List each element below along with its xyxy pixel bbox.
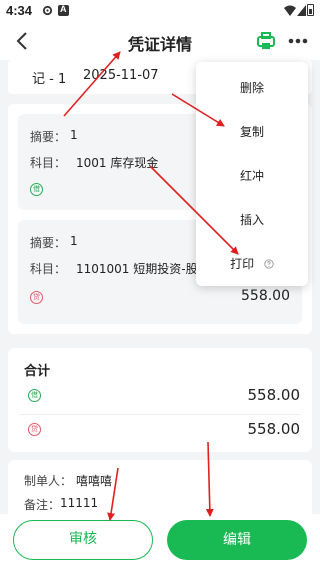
menu-item-copy[interactable]: 复制 xyxy=(196,110,308,150)
divider xyxy=(20,414,300,415)
notification-a-icon xyxy=(58,4,69,16)
total-card: 合计 借 558.00 贷 558.00 xyxy=(8,348,312,452)
menu-item-reverse[interactable]: 红冲 xyxy=(196,154,308,194)
entry-amount: 558.00 xyxy=(241,288,290,304)
maker-label: 制单人： xyxy=(24,474,73,488)
subject-label: 科目： xyxy=(30,262,67,276)
help-icon[interactable] xyxy=(264,259,274,269)
summary-label: 摘要： xyxy=(30,236,67,250)
edit-button[interactable]: 编辑 xyxy=(167,520,307,560)
voucher-number: 记 - 1 xyxy=(32,72,67,87)
voucher-date: 2025-11-07 xyxy=(83,68,159,83)
more-icon[interactable] xyxy=(284,30,312,52)
battery-icon xyxy=(307,4,314,16)
subject-value: 1001 库存现金 xyxy=(76,156,159,170)
print-icon[interactable] xyxy=(256,31,276,51)
credit-badge: 贷 xyxy=(30,291,43,304)
review-button[interactable]: 审核 xyxy=(13,520,153,560)
maker-value: 嘻嘻嘻 xyxy=(76,474,113,488)
subject-label: 科目： xyxy=(30,156,67,170)
menu-item-print[interactable]: 打印 xyxy=(196,242,308,282)
debit-badge: 借 xyxy=(28,389,41,402)
info-card: 制单人： 嘻嘻嘻 备注： 11111 xyxy=(8,460,312,520)
status-time: 4:34 xyxy=(6,3,33,18)
menu-item-label: 打印 xyxy=(230,257,255,271)
nav-bar: 凭证详情 xyxy=(0,22,320,60)
subject-value: 1101001 短期投资-股 xyxy=(76,262,196,276)
menu-item-label: 删除 xyxy=(239,81,264,95)
total-title: 合计 xyxy=(24,364,51,379)
summary-value: 1 xyxy=(70,234,78,248)
status-bar: 4:34 xyxy=(0,0,320,22)
menu-item-insert[interactable]: 插入 xyxy=(196,198,308,238)
credit-badge: 贷 xyxy=(28,423,41,436)
bottom-action-bar: 审核 编辑 xyxy=(0,514,320,568)
menu-item-delete[interactable]: 删除 xyxy=(196,66,308,106)
menu-item-label: 复制 xyxy=(239,125,264,139)
menu-item-label: 插入 xyxy=(239,213,264,227)
more-menu: 删除 复制 红冲 插入 打印 xyxy=(196,62,308,286)
summary-value: 1 xyxy=(70,128,78,142)
total-credit: 558.00 xyxy=(247,420,301,438)
wifi-icon xyxy=(284,5,296,16)
note-value: 11111 xyxy=(60,496,99,510)
total-debit: 558.00 xyxy=(247,386,301,404)
debit-badge: 借 xyxy=(30,183,43,196)
menu-item-label: 红冲 xyxy=(239,169,264,183)
settings-icon xyxy=(42,5,53,16)
note-label: 备注： xyxy=(24,498,61,512)
signal-icon xyxy=(297,5,306,16)
summary-label: 摘要： xyxy=(30,130,67,144)
